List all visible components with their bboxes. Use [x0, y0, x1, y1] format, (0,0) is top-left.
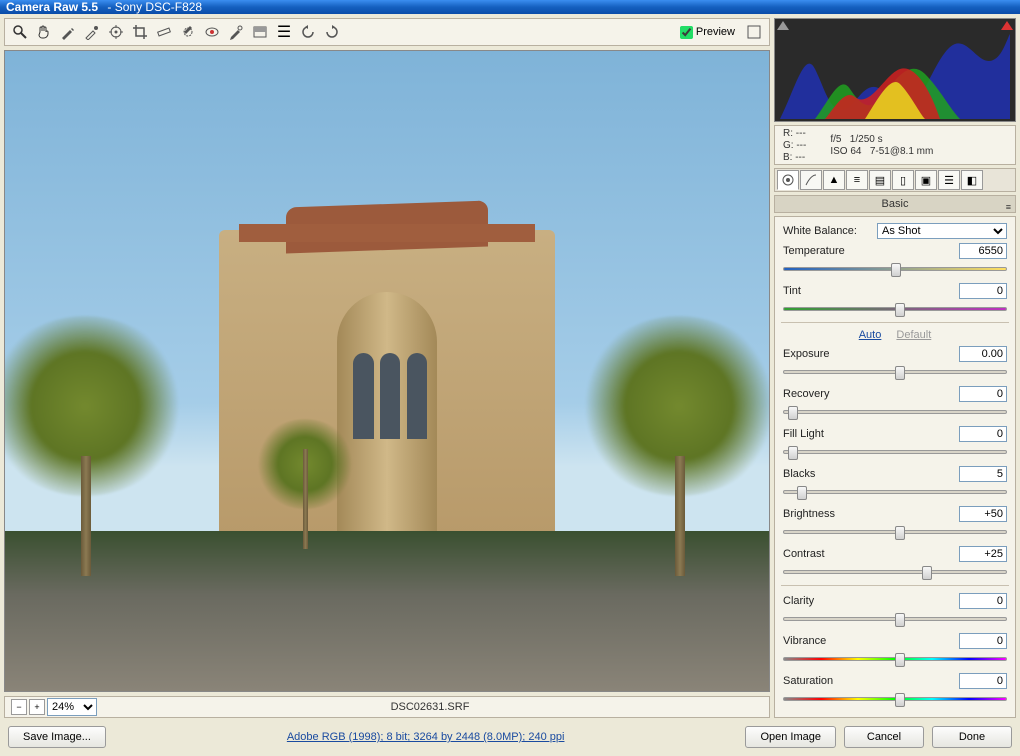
- image-status-bar: − + 24% DSC02631.SRF: [4, 696, 770, 718]
- zoom-out-button[interactable]: −: [11, 699, 27, 715]
- exposure-slider[interactable]: [783, 365, 1007, 379]
- saturation-label: Saturation: [783, 675, 959, 687]
- basic-panel: White Balance: As Shot Temperature Tint …: [774, 216, 1016, 718]
- meta-g: G: ---: [783, 140, 806, 151]
- meta-shutter: 1/250 s: [850, 134, 883, 145]
- auto-link[interactable]: Auto: [859, 329, 882, 341]
- tab-snapshots[interactable]: ◧: [961, 170, 983, 190]
- contrast-slider[interactable]: [783, 565, 1007, 579]
- clarity-slider[interactable]: [783, 612, 1007, 626]
- blacks-value[interactable]: [959, 466, 1007, 482]
- color-sampler-tool-icon[interactable]: [81, 21, 103, 43]
- adjustment-brush-tool-icon[interactable]: [225, 21, 247, 43]
- contrast-label: Contrast: [783, 548, 959, 560]
- tint-label: Tint: [783, 285, 959, 297]
- window-body: ☰ Preview: [0, 14, 1020, 756]
- zoom-tool-icon[interactable]: [9, 21, 31, 43]
- meta-aperture: f/5: [830, 134, 841, 145]
- tab-basic[interactable]: [777, 170, 799, 190]
- straighten-tool-icon[interactable]: [153, 21, 175, 43]
- fullscreen-toggle-icon[interactable]: [743, 21, 765, 43]
- recovery-slider[interactable]: [783, 405, 1007, 419]
- image-preview[interactable]: [4, 50, 770, 692]
- exposure-value[interactable]: [959, 346, 1007, 362]
- preferences-icon[interactable]: ☰: [273, 21, 295, 43]
- rotate-ccw-icon[interactable]: [297, 21, 319, 43]
- metadata-panel: R: --- G: --- B: --- f/5 1/250 s ISO 64 …: [774, 125, 1016, 165]
- right-column: R: --- G: --- B: --- f/5 1/250 s ISO 64 …: [774, 18, 1016, 718]
- default-link: Default: [896, 329, 931, 341]
- contrast-value[interactable]: [959, 546, 1007, 562]
- brightness-label: Brightness: [783, 508, 959, 520]
- temperature-label: Temperature: [783, 245, 959, 257]
- fill-light-label: Fill Light: [783, 428, 959, 440]
- app-title: Camera Raw 5.5: [6, 0, 98, 14]
- toolbar: ☰ Preview: [4, 18, 770, 46]
- tab-lens-corrections[interactable]: ▯: [892, 170, 914, 190]
- tab-tone-curve[interactable]: [800, 170, 822, 190]
- blacks-slider[interactable]: [783, 485, 1007, 499]
- app-window: Camera Raw 5.5 - Sony DSC-F828 ☰: [0, 0, 1020, 663]
- vibrance-label: Vibrance: [783, 635, 959, 647]
- preview-checkbox[interactable]: Preview: [680, 26, 735, 39]
- target-adjustment-tool-icon[interactable]: [105, 21, 127, 43]
- histogram[interactable]: [774, 18, 1016, 122]
- tab-presets[interactable]: ☰: [938, 170, 960, 190]
- tint-slider[interactable]: [783, 302, 1007, 316]
- saturation-value[interactable]: [959, 673, 1007, 689]
- fill-light-value[interactable]: [959, 426, 1007, 442]
- vibrance-slider[interactable]: [783, 652, 1007, 666]
- meta-lens: 7-51@8.1 mm: [870, 146, 934, 157]
- white-balance-tool-icon[interactable]: [57, 21, 79, 43]
- blacks-label: Blacks: [783, 468, 959, 480]
- saturation-slider[interactable]: [783, 692, 1007, 706]
- crop-tool-icon[interactable]: [129, 21, 151, 43]
- filename-label: DSC02631.SRF: [97, 701, 763, 713]
- main-row: ☰ Preview: [4, 18, 1016, 718]
- brightness-slider[interactable]: [783, 525, 1007, 539]
- hand-tool-icon[interactable]: [33, 21, 55, 43]
- tab-split-toning[interactable]: ▤: [869, 170, 891, 190]
- zoom-in-button[interactable]: +: [29, 699, 45, 715]
- tab-camera-calibration[interactable]: ▣: [915, 170, 937, 190]
- white-balance-select[interactable]: As Shot: [877, 223, 1007, 239]
- meta-r: R: ---: [783, 128, 806, 139]
- workflow-options-link[interactable]: Adobe RGB (1998); 8 bit; 3264 by 2448 (8…: [114, 731, 738, 743]
- panel-menu-icon[interactable]: ≡: [1006, 199, 1011, 216]
- clarity-label: Clarity: [783, 595, 959, 607]
- temperature-slider[interactable]: [783, 262, 1007, 276]
- fill-light-slider[interactable]: [783, 445, 1007, 459]
- preview-checkbox-input[interactable]: [680, 26, 693, 39]
- brightness-value[interactable]: [959, 506, 1007, 522]
- panel-tabs: ▲ ≡ ▤ ▯ ▣ ☰ ◧: [774, 168, 1016, 192]
- tab-hsl[interactable]: ≡: [846, 170, 868, 190]
- meta-b: B: ---: [783, 152, 806, 163]
- zoom-select[interactable]: 24%: [47, 698, 97, 716]
- done-button[interactable]: Done: [932, 726, 1012, 748]
- bottom-bar: Save Image... Adobe RGB (1998); 8 bit; 3…: [4, 722, 1016, 752]
- vibrance-value[interactable]: [959, 633, 1007, 649]
- preview-label: Preview: [696, 26, 735, 38]
- recovery-value[interactable]: [959, 386, 1007, 402]
- left-column: ☰ Preview: [4, 18, 770, 718]
- red-eye-tool-icon[interactable]: [201, 21, 223, 43]
- white-balance-label: White Balance:: [783, 225, 877, 237]
- titlebar: Camera Raw 5.5 - Sony DSC-F828: [0, 0, 1020, 14]
- temperature-value[interactable]: [959, 243, 1007, 259]
- cancel-button[interactable]: Cancel: [844, 726, 924, 748]
- rotate-cw-icon[interactable]: [321, 21, 343, 43]
- panel-title: Basic ≡: [774, 195, 1016, 213]
- recovery-label: Recovery: [783, 388, 959, 400]
- exposure-label: Exposure: [783, 348, 959, 360]
- graduated-filter-tool-icon[interactable]: [249, 21, 271, 43]
- spot-removal-tool-icon[interactable]: [177, 21, 199, 43]
- open-image-button[interactable]: Open Image: [745, 726, 836, 748]
- clarity-value[interactable]: [959, 593, 1007, 609]
- doc-title: - Sony DSC-F828: [104, 0, 202, 14]
- save-image-button[interactable]: Save Image...: [8, 726, 106, 748]
- tint-value[interactable]: [959, 283, 1007, 299]
- tab-detail[interactable]: ▲: [823, 170, 845, 190]
- meta-iso: ISO 64: [830, 146, 861, 157]
